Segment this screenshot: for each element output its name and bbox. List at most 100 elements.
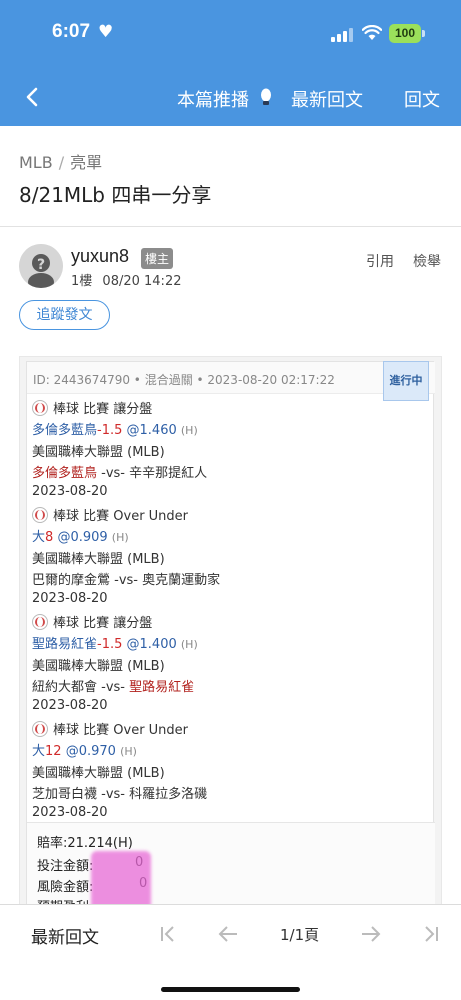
avatar[interactable]: ? bbox=[19, 244, 63, 288]
status-time: 6:07 bbox=[52, 21, 91, 42]
home-indicator bbox=[161, 987, 300, 992]
vs-text: -vs- bbox=[97, 466, 130, 481]
breadcrumb: MLB / 亮單 bbox=[19, 149, 102, 173]
report-button[interactable]: 檢舉 bbox=[413, 251, 441, 271]
pick-team: 多倫多藍鳥 bbox=[32, 423, 98, 438]
push-notify-button[interactable]: 本篇推播 bbox=[177, 86, 249, 112]
post-datetime: 08/20 14:22 bbox=[102, 274, 182, 289]
floor-number: 1樓 bbox=[71, 274, 93, 289]
leg-type: 棒球 比賽 Over Under bbox=[32, 719, 188, 738]
stake-label: 投注金額: bbox=[37, 859, 94, 874]
wifi-icon bbox=[362, 25, 382, 40]
bet-slip-image[interactable]: ID: 2443674790 • 混合過關 • 2023-08-20 02:17… bbox=[19, 356, 442, 916]
leg-pick: 大8 @0.909 (H) bbox=[32, 526, 129, 545]
leg-type: 棒球 比賽 讓分盤 bbox=[32, 398, 152, 417]
leg-league: 美國職棒大聯盟 (MLB) bbox=[32, 445, 165, 460]
breadcrumb-board[interactable]: MLB bbox=[19, 153, 53, 172]
vs-text: -vs- bbox=[97, 680, 130, 695]
leg-matchup: 紐約大都會 -vs- 聖路易紅雀 bbox=[32, 676, 194, 695]
pick-odds: @1.460 bbox=[126, 423, 177, 438]
app-header: 6:07 ♥ 100 本篇推播 最新回文 回文 bbox=[0, 0, 461, 126]
pick-line: 8 bbox=[45, 530, 54, 545]
away-team: 奧克蘭運動家 bbox=[142, 573, 221, 588]
post-title: 8/21MLb 四串一分享 bbox=[19, 183, 212, 207]
pick-line: 12 bbox=[45, 744, 62, 759]
pick-odds: @0.970 bbox=[65, 744, 116, 759]
page: 6:07 ♥ 100 本篇推播 最新回文 回文 MLB / 亮單 8/21MLb 四… bbox=[0, 0, 461, 1000]
pick-side: (H) bbox=[180, 638, 198, 651]
bet-slip-header: ID: 2443674790 • 混合過關 • 2023-08-20 02:17… bbox=[27, 362, 435, 394]
op-badge: 樓主 bbox=[141, 248, 174, 269]
leg-date: 2023-08-20 bbox=[32, 698, 108, 713]
follow-posts-button[interactable]: 追蹤發文 bbox=[19, 300, 110, 330]
author-name[interactable]: yuxun8 bbox=[71, 246, 129, 267]
home-team: 巴爾的摩金鶯 bbox=[32, 573, 111, 588]
leg-type: 棒球 比賽 讓分盤 bbox=[32, 612, 152, 631]
home-team: 紐約大都會 bbox=[32, 680, 98, 695]
pick-line: -1.5 bbox=[97, 637, 123, 652]
leg-league: 美國職棒大聯盟 (MLB) bbox=[32, 552, 165, 567]
svg-text:?: ? bbox=[37, 257, 45, 273]
pick-side: (H) bbox=[111, 531, 129, 544]
risk-label: 風險金額: bbox=[37, 880, 94, 895]
lightbulb-icon[interactable] bbox=[259, 87, 273, 107]
breadcrumb-separator: / bbox=[58, 153, 65, 172]
bet-summary: 賠率:21.214(H) 投注金額: 風險金額: 預期盈利: 0 0 bbox=[27, 822, 435, 915]
default-avatar-icon: ? bbox=[19, 244, 63, 288]
pick-team: 大 bbox=[32, 744, 46, 759]
pick-line: -1.5 bbox=[97, 423, 123, 438]
leg-matchup: 芝加哥白襪 -vs- 科羅拉多洛磯 bbox=[32, 783, 207, 802]
baseball-icon bbox=[32, 721, 48, 737]
home-team: 多倫多藍鳥 bbox=[32, 466, 98, 481]
leg-date: 2023-08-20 bbox=[32, 484, 108, 499]
leg-pick: 大12 @0.970 (H) bbox=[32, 740, 137, 759]
pick-odds: @0.909 bbox=[57, 530, 108, 545]
leg-matchup: 巴爾的摩金鶯 -vs- 奧克蘭運動家 bbox=[32, 569, 220, 588]
leg-type: 棒球 比賽 Over Under bbox=[32, 505, 188, 524]
prev-page-icon[interactable] bbox=[217, 923, 239, 945]
total-odds: 賠率:21.214(H) bbox=[37, 836, 133, 851]
latest-replies-button[interactable]: 最新回文 bbox=[291, 86, 363, 112]
breadcrumb-category[interactable]: 亮單 bbox=[70, 153, 102, 172]
battery-tip bbox=[422, 30, 425, 37]
heart-icon: ♥ bbox=[98, 22, 114, 42]
vs-text: -vs- bbox=[97, 787, 130, 802]
leg-type-label: 棒球 比賽 Over Under bbox=[53, 723, 189, 738]
away-team: 科羅拉多洛磯 bbox=[129, 787, 208, 802]
pick-side: (H) bbox=[180, 424, 198, 437]
leg-type-label: 棒球 比賽 讓分盤 bbox=[53, 402, 153, 417]
baseball-icon bbox=[32, 400, 48, 416]
bottom-latest-replies-button[interactable]: 最新回文 bbox=[31, 923, 99, 948]
last-page-icon[interactable] bbox=[420, 923, 442, 945]
baseball-icon bbox=[32, 507, 48, 523]
leg-type-label: 棒球 比賽 Over Under bbox=[53, 509, 189, 524]
leg-date: 2023-08-20 bbox=[32, 805, 108, 820]
leg-league: 美國職棒大聯盟 (MLB) bbox=[32, 766, 165, 781]
leg-pick: 多倫多藍鳥-1.5 @1.460 (H) bbox=[32, 419, 198, 438]
leg-date: 2023-08-20 bbox=[32, 591, 108, 606]
pick-odds: @1.400 bbox=[126, 637, 177, 652]
floor-info: 1樓 08/20 14:22 bbox=[71, 270, 181, 289]
leg-league: 美國職棒大聯盟 (MLB) bbox=[32, 659, 165, 674]
bet-id-line: ID: 2443674790 • 混合過關 • 2023-08-20 02:17… bbox=[33, 373, 335, 387]
leg-matchup: 多倫多藍鳥 -vs- 辛辛那提紅人 bbox=[32, 462, 207, 481]
pick-side: (H) bbox=[120, 745, 137, 758]
divider bbox=[0, 226, 461, 227]
page-indicator[interactable]: 1/1頁 bbox=[280, 924, 319, 945]
bet-status-badge: 進行中 bbox=[383, 361, 429, 401]
away-team: 辛辛那提紅人 bbox=[129, 466, 208, 481]
battery-icon: 100 bbox=[389, 24, 421, 43]
vs-text: -vs- bbox=[110, 573, 143, 588]
reply-button[interactable]: 回文 bbox=[404, 86, 440, 112]
quote-button[interactable]: 引用 bbox=[366, 251, 394, 271]
cellular-signal-icon bbox=[331, 27, 353, 42]
back-chevron-icon[interactable] bbox=[20, 82, 44, 112]
leg-type-label: 棒球 比賽 讓分盤 bbox=[53, 616, 153, 631]
leg-pick: 聖路易紅雀-1.5 @1.400 (H) bbox=[32, 633, 198, 652]
bet-slip: ID: 2443674790 • 混合過關 • 2023-08-20 02:17… bbox=[26, 361, 435, 915]
away-team: 聖路易紅雀 bbox=[129, 680, 195, 695]
baseball-icon bbox=[32, 614, 48, 630]
home-team: 芝加哥白襪 bbox=[32, 787, 98, 802]
next-page-icon[interactable] bbox=[360, 923, 382, 945]
first-page-icon[interactable] bbox=[157, 923, 179, 945]
